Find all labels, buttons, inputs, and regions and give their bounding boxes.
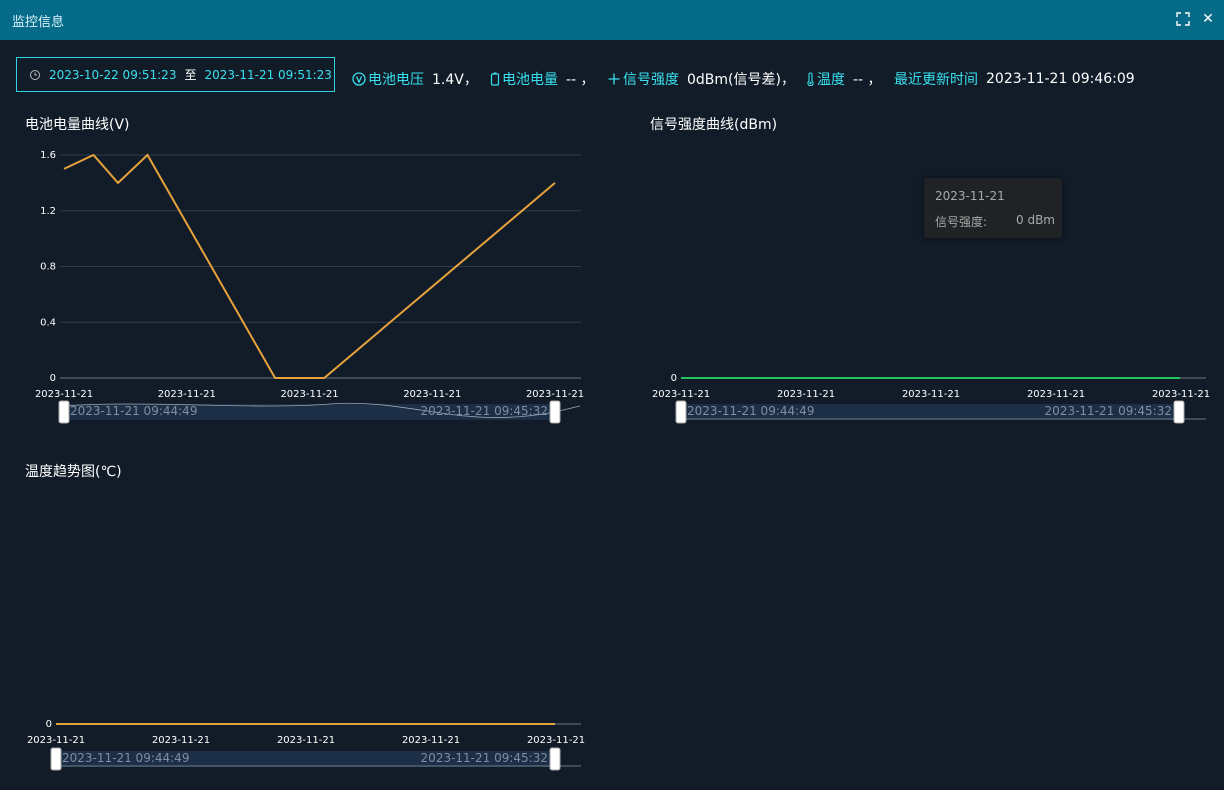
y-tick-label: 1.6 [40,150,56,161]
tooltip-date: 2023-11-21 [935,189,1005,203]
zoom-slider-end-label: 2023-11-21 09:45:32 [1045,404,1172,418]
zoom-slider-right-handle[interactable] [549,400,561,424]
tooltip-value: 0 dBm [1016,213,1055,227]
battery-chart: 0 0.4 0.8 1.2 1.6 2023-11-21 2023-11-21 2023-1… [35,150,584,424]
zoom-slider-left-handle[interactable] [675,400,687,424]
signal-label: 信号强度 [623,72,679,88]
voltage-value: 1.4V， [432,72,478,88]
zoom-slider-start-label: 2023-11-21 09:44:49 [62,751,189,765]
title-bar: 监控信息 ✕ [0,0,1224,40]
x-tick-label: 2023-11-21 [1027,389,1085,400]
date-range-picker[interactable]: 2023-10-22 09:51:23 至 2023-11-21 09:51:2… [16,57,335,92]
zoom-slider-start-label: 2023-11-21 09:44:49 [687,404,814,418]
temperature-value: -- ， [853,72,882,88]
voltage-label: 电池电压 [368,72,424,88]
x-tick-label: 2023-11-21 [35,389,93,400]
range-separator: 至 [184,68,197,82]
zoom-slider-end-label: 2023-11-21 09:45:32 [421,404,548,418]
x-tick-label: 2023-11-21 [777,389,835,400]
battery-status: 电池电量 -- ， [490,68,595,90]
clock-icon [30,69,40,80]
signal-status: 信号强度 0dBm(信号差)， [607,68,795,90]
voltage-icon [352,72,366,86]
zoom-slider-start-label: 2023-11-21 09:44:49 [70,404,197,418]
y-tick-label: 0 [671,373,677,384]
y-tick-label: 0 [46,719,52,730]
last-updated-value: 2023-11-21 09:46:09 [986,71,1135,87]
zoom-slider-right-handle[interactable] [1173,400,1185,424]
end-date[interactable]: 2023-11-21 09:51:23 [204,68,331,82]
last-updated-status: 最近更新时间 2023-11-21 09:46:09 [894,68,1135,90]
y-tick-label: 1.2 [40,206,56,217]
x-tick-label: 2023-11-21 [158,389,216,400]
x-tick-label: 2023-11-21 [277,735,335,746]
x-tick-label: 2023-11-21 [27,735,85,746]
temperature-status: 温度 -- ， [805,68,882,90]
battery-icon [490,72,500,86]
x-tick-label: 2023-11-21 [526,389,584,400]
zoom-slider-left-handle[interactable] [58,400,70,424]
y-tick-label: 0 [50,373,56,384]
x-tick-label: 2023-11-21 [527,735,585,746]
start-date[interactable]: 2023-10-22 09:51:23 [49,68,176,82]
signal-icon [608,73,620,85]
x-tick-label: 2023-11-21 [902,389,960,400]
x-tick-label: 2023-11-21 [280,389,338,400]
zoom-slider-left-handle[interactable] [50,747,62,771]
x-tick-label: 2023-11-21 [402,735,460,746]
x-tick-label: 2023-11-21 [1152,389,1210,400]
fullscreen-icon[interactable] [1174,10,1192,28]
signal-value: 0dBm(信号差)， [687,72,795,88]
y-tick-label: 0.4 [40,317,56,328]
tooltip-label: 信号强度: [935,215,988,229]
thermometer-icon [807,72,814,86]
y-tick-label: 0.8 [40,262,56,273]
zoom-slider-right-handle[interactable] [549,747,561,771]
close-icon[interactable]: ✕ [1199,10,1217,28]
zoom-slider-end-label: 2023-11-21 09:45:32 [421,751,548,765]
signal-tooltip: 2023-11-21 信号强度: 0 dBm [924,178,1062,238]
x-tick-label: 2023-11-21 [403,389,461,400]
battery-label: 电池电量 [502,72,558,88]
window-title: 监控信息 [12,15,65,30]
x-tick-label: 2023-11-21 [152,735,210,746]
last-updated-label: 最近更新时间 [894,72,978,88]
temperature-label: 温度 [817,72,845,88]
temperature-chart: 0 2023-11-21 2023-11-21 2023-11-21 2023-11-… [27,719,585,771]
voltage-status: 电池电压 1.4V， [352,68,478,90]
x-tick-label: 2023-11-21 [652,389,710,400]
battery-value: -- ， [566,72,595,88]
